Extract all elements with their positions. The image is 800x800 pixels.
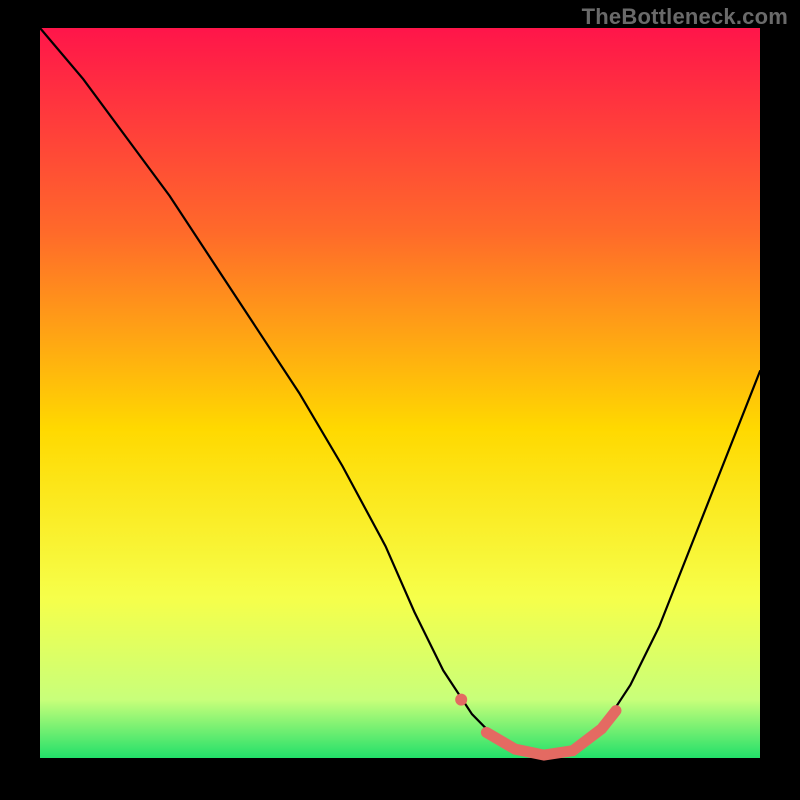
watermark-text: TheBottleneck.com (582, 4, 788, 30)
plot-area (40, 28, 760, 758)
chart-container: TheBottleneck.com (0, 0, 800, 800)
curve-highlight-dot (455, 694, 467, 706)
chart-svg (0, 0, 800, 800)
